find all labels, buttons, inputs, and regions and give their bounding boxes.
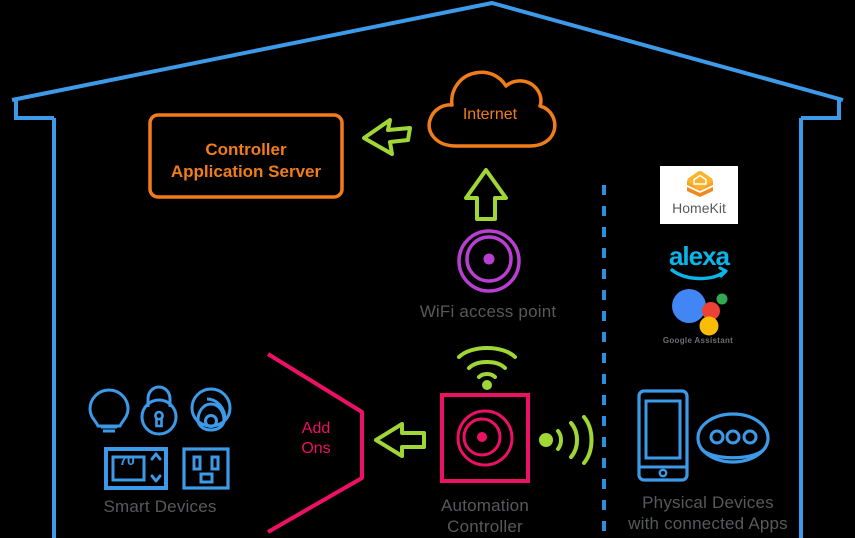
phone-screen xyxy=(644,399,682,460)
wifi-arc-outer xyxy=(457,346,517,359)
alexa-smile-arrowhead xyxy=(718,266,728,278)
thermostat-down-chevron[interactable] xyxy=(150,474,162,483)
diagram-canvas: Internet Controller Application Server W… xyxy=(0,0,855,538)
automation-controller-label: Automation Controller xyxy=(441,496,529,536)
speaker-dot-3 xyxy=(742,429,758,445)
rf-signal-dot xyxy=(539,433,553,447)
cloud-shape xyxy=(427,70,557,148)
zone-divider-dashed-line xyxy=(602,185,606,533)
outlet-slot-left xyxy=(192,455,202,471)
wifi-signal-dot xyxy=(482,380,492,390)
arrow-cloud-to-server-icon xyxy=(362,118,412,156)
thermostat-up-chevron[interactable] xyxy=(150,452,162,461)
wifi-signal-up-icon xyxy=(457,346,517,390)
bulb-glass xyxy=(88,388,130,428)
controller-center-dot xyxy=(477,432,487,442)
right-eave xyxy=(801,99,841,120)
rf-signal-right-icon xyxy=(539,415,594,465)
add-ons-label: Add Ons xyxy=(301,420,331,457)
rf-arc-inner xyxy=(556,429,563,451)
homekit-label: HomeKit xyxy=(672,200,726,216)
controller-application-server-box[interactable]: Controller Application Server xyxy=(148,113,344,199)
padlock-icon[interactable] xyxy=(138,385,180,437)
concentric-circles-icon xyxy=(457,229,521,293)
homekit-house-icon xyxy=(687,171,713,197)
power-outlet-icon[interactable] xyxy=(182,447,230,490)
cloud-label: Internet xyxy=(462,106,518,123)
alexa-logo[interactable]: alexa xyxy=(664,241,734,281)
outlet-ground xyxy=(199,472,214,484)
security-camera-icon[interactable] xyxy=(188,386,234,436)
arrow-up-outline xyxy=(464,168,508,221)
thermostat-temperature-value: 70 xyxy=(119,452,135,468)
ga-yellow-circle xyxy=(699,316,719,336)
smartphone-icon[interactable] xyxy=(637,389,689,482)
wifi-arc-inner xyxy=(477,372,497,379)
controller-square-icon xyxy=(440,393,530,483)
wifi-access-point-label: WiFi access point xyxy=(419,302,557,321)
wifi-arc-middle xyxy=(467,360,507,370)
smart-speaker-icon[interactable] xyxy=(695,411,771,471)
physical-devices-label: Physical Devices with connected Apps xyxy=(628,493,788,533)
arrow-left-outline xyxy=(362,118,412,156)
ga-blue-circle xyxy=(672,289,706,323)
server-box-label: Controller Application Server xyxy=(170,140,322,182)
arrow-wifi-to-cloud-icon xyxy=(464,168,508,221)
arrow-addons-outline xyxy=(374,422,426,458)
rf-arc-middle xyxy=(569,421,579,459)
padlock-shackle xyxy=(146,385,172,407)
internet-cloud: Internet xyxy=(420,58,560,152)
padlock-body xyxy=(140,398,178,436)
left-eave xyxy=(14,99,54,120)
speaker-dot-2 xyxy=(725,429,741,445)
outlet-slot-right xyxy=(210,455,220,471)
lightbulb-icon[interactable] xyxy=(88,387,130,437)
alexa-smile-arc xyxy=(670,268,726,281)
speaker-dot-1 xyxy=(709,429,725,445)
wap-center-dot xyxy=(483,253,495,265)
smart-devices-label: Smart Devices xyxy=(103,497,217,516)
google-assistant-logo[interactable] xyxy=(668,288,730,336)
google-assistant-label: Google Assistant xyxy=(662,336,734,345)
phone-home-button[interactable] xyxy=(658,468,668,478)
padlock-keyhole xyxy=(154,410,164,428)
rf-arc-outer xyxy=(582,415,594,465)
alexa-smile-icon xyxy=(670,266,728,281)
ga-green-circle xyxy=(716,293,728,305)
arrow-controller-to-addons-icon xyxy=(374,422,426,458)
homekit-logo[interactable]: HomeKit xyxy=(660,166,738,224)
automation-controller[interactable] xyxy=(440,393,530,483)
